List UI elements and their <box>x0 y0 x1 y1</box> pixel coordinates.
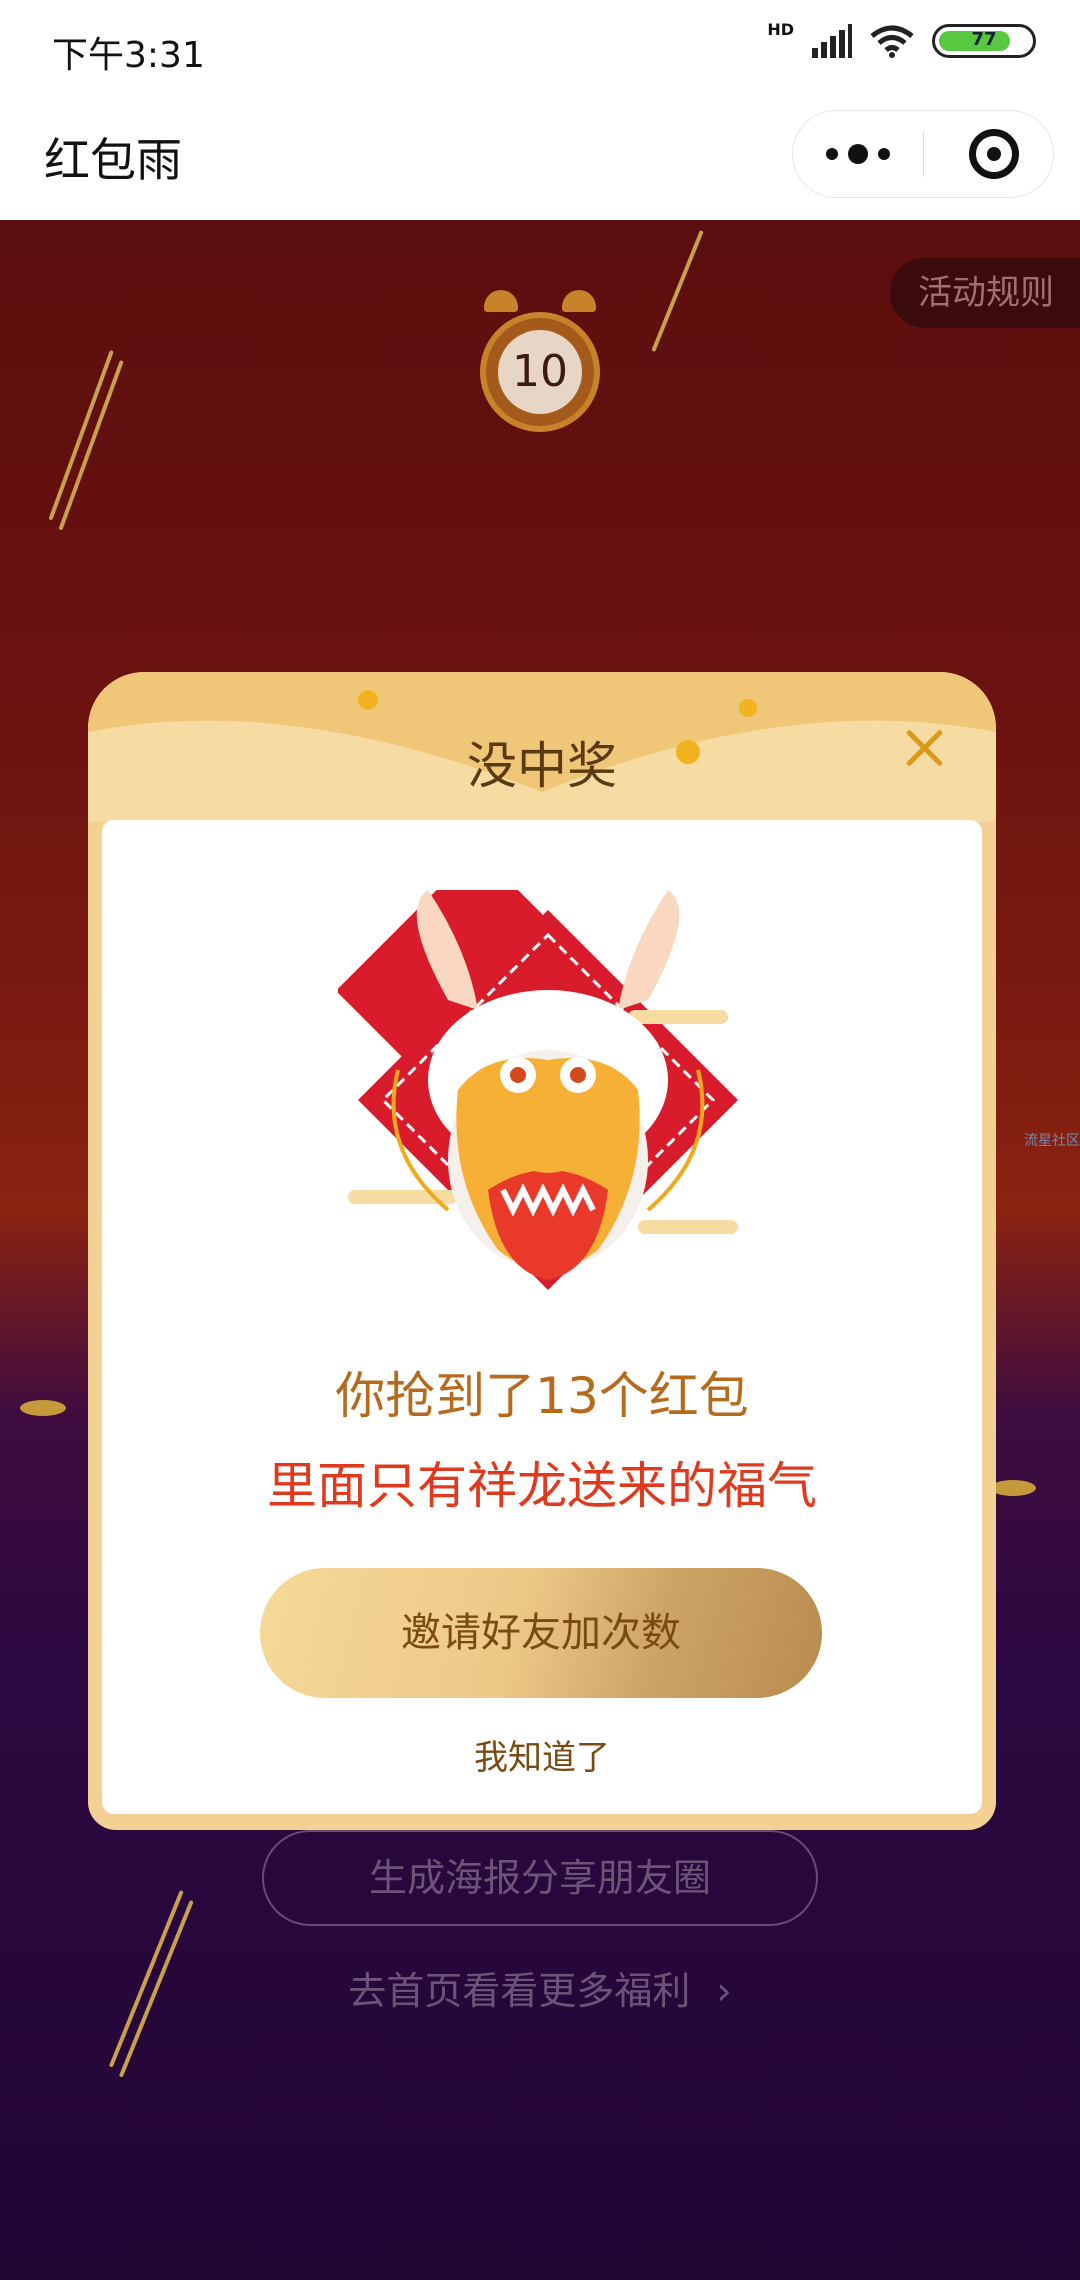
result-text-blessing: 里面只有祥龙送来的福气 <box>267 1457 817 1515</box>
modal-title: 没中奖 <box>467 737 617 795</box>
wifi-icon <box>870 25 914 58</box>
modal-body: 你抢到了13个红包 里面只有祥龙送来的福气 邀请好友加次数 我知道了 <box>102 820 982 1814</box>
capsule-divider <box>923 131 924 177</box>
result-text-count: 你抢到了13个红包 <box>335 1367 749 1425</box>
close-mini-program-icon[interactable] <box>969 129 1019 179</box>
invite-friends-button[interactable]: 邀请好友加次数 <box>260 1568 822 1698</box>
status-icons: HD 77 <box>767 20 1036 58</box>
close-icon[interactable] <box>902 726 946 770</box>
dismiss-button[interactable]: 我知道了 <box>102 1730 982 1779</box>
battery-level: 77 <box>971 29 997 50</box>
result-modal: 没中奖 你抢到了13个红包 里面只有祥龙送来的福气 邀请好友加次数 我知道了 <box>88 672 996 1830</box>
modal-header: 没中奖 <box>88 672 996 822</box>
nav-bar: 红包雨 <box>0 100 1080 220</box>
dragon-illustration <box>338 890 738 1290</box>
page-title: 红包雨 <box>44 133 182 187</box>
signal-icon <box>812 24 852 58</box>
hd-label: HD <box>767 19 794 39</box>
mini-program-capsule <box>792 110 1054 198</box>
battery-icon: 77 <box>932 24 1036 58</box>
status-bar: 下午3:31 HD 77 <box>0 0 1080 100</box>
status-time: 下午3:31 <box>52 35 205 76</box>
more-icon[interactable] <box>793 111 923 197</box>
